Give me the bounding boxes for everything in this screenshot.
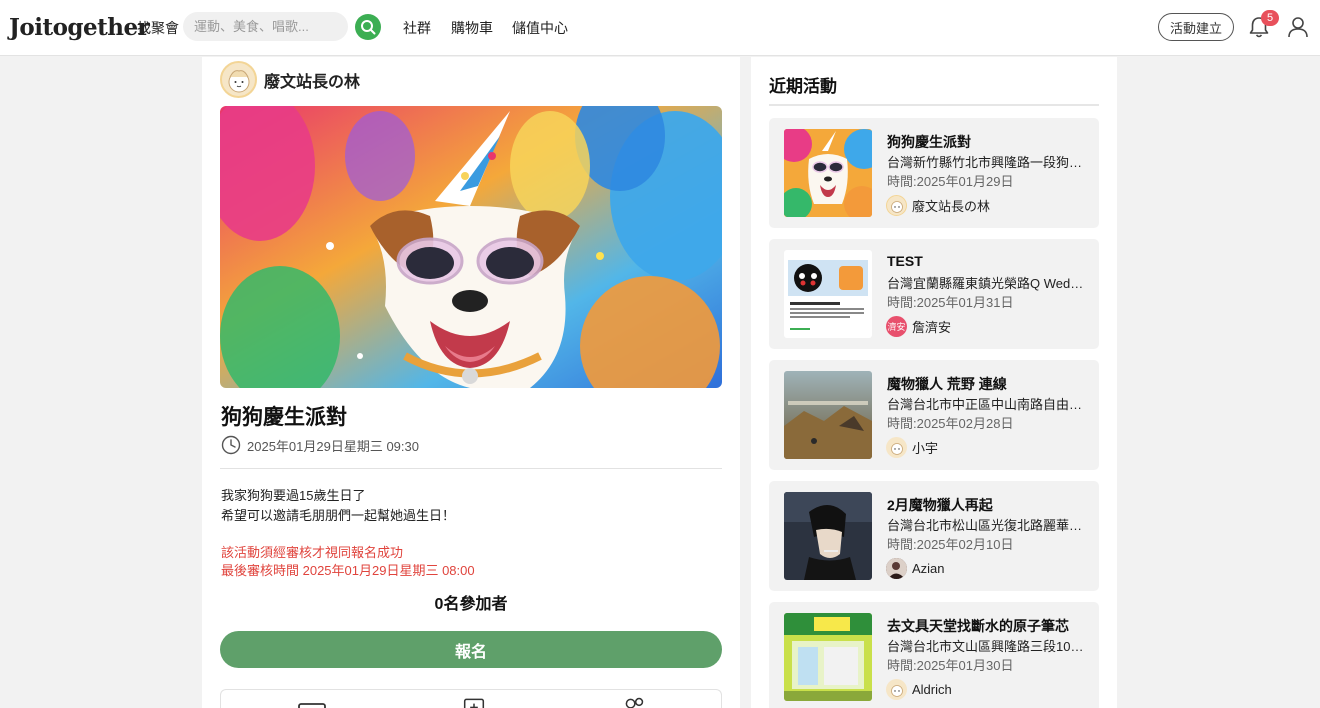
search-input[interactable]: [183, 12, 348, 41]
event-host: 小宇: [886, 437, 938, 458]
host-name: 詹濟安: [912, 320, 952, 335]
event-host: 廢文站長の林: [886, 195, 990, 216]
recent-event-card[interactable]: TEST 台灣宜蘭縣羅東鎮光榮路Q Wedding 時間:2025年01月31日…: [769, 239, 1099, 349]
review-notice-line: 該活動須經審核才視同報名成功: [221, 545, 404, 560]
event-time: 時間:2025年02月28日: [887, 416, 1014, 431]
review-deadline: 最後審核時間 2025年01月29日星期三 08:00: [221, 563, 475, 578]
cartoon-avatar-icon: [228, 69, 249, 92]
cartoon-avatar-icon: [890, 200, 903, 213]
host-name: 廢文站長の林: [912, 199, 991, 214]
message-icon[interactable]: [297, 700, 327, 708]
recent-event-card[interactable]: 魔物獵人 荒野 連線 台灣台北市中正區中山南路自由廣場 時間:2025年02月2…: [769, 360, 1099, 470]
event-thumbnail: [784, 250, 872, 338]
event-name: 2月魔物獵人再起: [887, 497, 993, 513]
event-time: 時間:2025年01月30日: [887, 658, 1014, 673]
kumamon-poster-thumbnail: [784, 250, 872, 338]
anime-character-thumbnail: [784, 492, 872, 580]
event-location: 台灣台北市中正區中山南路自由廣場: [887, 397, 1087, 412]
logo-text: Joitogether: [9, 13, 150, 41]
event-thumbnail: [784, 492, 872, 580]
description-line: 我家狗狗要過15歲生日了: [221, 488, 366, 503]
party-dog-thumbnail: [784, 129, 872, 217]
divider: [220, 468, 722, 469]
event-hero-image: [220, 106, 722, 388]
search-button[interactable]: [355, 14, 381, 40]
event-time: 時間:2025年01月29日: [887, 174, 1014, 189]
host-avatar: [886, 437, 907, 458]
event-datetime: 2025年01月29日星期三 09:30: [247, 438, 419, 454]
event-thumbnail: [784, 371, 872, 459]
host-avatar: 濟安: [886, 316, 907, 337]
host-avatar: [886, 558, 907, 579]
recent-event-card[interactable]: 狗狗慶生派對 台灣新竹縣竹北市興隆路一段狗狗公園 時間:2025年01月29日 …: [769, 118, 1099, 228]
host-name: Azian: [912, 561, 945, 576]
host-row[interactable]: 廢文站長の林: [220, 61, 360, 98]
host-avatar: [886, 195, 907, 216]
event-time: 時間:2025年01月31日: [887, 295, 1014, 310]
nav-cart[interactable]: 購物車: [451, 18, 493, 38]
monster-hunter-thumbnail: [784, 371, 872, 459]
event-detail-card: 廢文站長の林 狗狗慶生派對 2025年01月29日星期三 09:30 我家狗狗要…: [202, 57, 740, 708]
notification-badge: 5: [1261, 10, 1279, 26]
event-location: 台灣新竹縣竹北市興隆路一段狗狗公園: [887, 155, 1087, 170]
event-title: 狗狗慶生派對: [221, 406, 347, 429]
event-time-row: 2025年01月29日星期三 09:30: [221, 435, 419, 455]
action-bar: [220, 689, 722, 708]
search-icon: [361, 20, 376, 35]
calendar-add-icon[interactable]: [459, 696, 489, 708]
recent-events-sidebar: 近期活動 狗狗慶生派對 台灣新竹縣竹北市興隆路一段狗狗公園 時間:2025年01…: [751, 57, 1117, 708]
find-events-link[interactable]: 找聚會: [137, 18, 179, 38]
event-host: Aldrich: [886, 679, 952, 700]
nav-wallet[interactable]: 儲值中心: [512, 18, 568, 38]
person-avatar-icon: [886, 558, 907, 579]
host-name: 廢文站長の林: [264, 73, 361, 91]
event-location: 台灣宜蘭縣羅東鎮光榮路Q Wedding: [887, 276, 1087, 291]
top-navbar: Joitogether 找聚會 社群 購物車 儲值中心 活動建立 5: [0, 0, 1320, 56]
event-name: TEST: [887, 253, 923, 269]
event-description: 我家狗狗要過15歲生日了 希望可以邀請毛朋朋們一起幫她過生日！: [221, 486, 455, 526]
event-name: 去文具天堂找斷水的原子筆芯: [887, 618, 1069, 634]
event-host: 濟安 詹濟安: [886, 316, 951, 337]
participant-count: 0名參加者: [434, 596, 508, 613]
description-line: 希望可以邀請毛朋朋們一起幫她過生日！: [221, 508, 456, 523]
share-users-icon[interactable]: [619, 696, 649, 708]
event-time: 時間:2025年02月10日: [887, 537, 1014, 552]
nav-community[interactable]: 社群: [403, 18, 431, 38]
recent-event-card[interactable]: 2月魔物獵人再起 台灣台北市松山區光復北路麗華大樓 時間:2025年02月10日…: [769, 481, 1099, 591]
cartoon-avatar-icon: [890, 442, 903, 455]
review-notice: 該活動須經審核才視同報名成功 最後審核時間 2025年01月29日星期三 08:…: [221, 544, 475, 580]
event-host: Azian: [886, 558, 945, 579]
sidebar-title: 近期活動: [769, 77, 837, 96]
event-thumbnail: [784, 613, 872, 701]
party-dog-image: [220, 106, 722, 388]
create-event-button[interactable]: 活動建立: [1158, 13, 1234, 41]
host-avatar: [886, 679, 907, 700]
stationery-store-thumbnail: [784, 613, 872, 701]
clock-icon: [221, 435, 241, 455]
cartoon-avatar-icon: [890, 684, 903, 697]
host-name: Aldrich: [912, 682, 952, 697]
divider: [769, 104, 1099, 106]
event-thumbnail: [784, 129, 872, 217]
event-name: 魔物獵人 荒野 連線: [887, 376, 1007, 392]
host-avatar: [220, 61, 257, 98]
user-icon[interactable]: [1287, 15, 1309, 39]
host-name: 小宇: [912, 441, 939, 456]
event-name: 狗狗慶生派對: [887, 134, 971, 150]
register-button[interactable]: 報名: [220, 631, 722, 668]
event-location: 台灣台北市文山區興隆路三段101號: [887, 639, 1087, 654]
event-location: 台灣台北市松山區光復北路麗華大樓: [887, 518, 1087, 533]
joitogether-logo[interactable]: Joitogether: [9, 10, 150, 44]
recent-event-card[interactable]: 去文具天堂找斷水的原子筆芯 台灣台北市文山區興隆路三段101號 時間:2025年…: [769, 602, 1099, 708]
